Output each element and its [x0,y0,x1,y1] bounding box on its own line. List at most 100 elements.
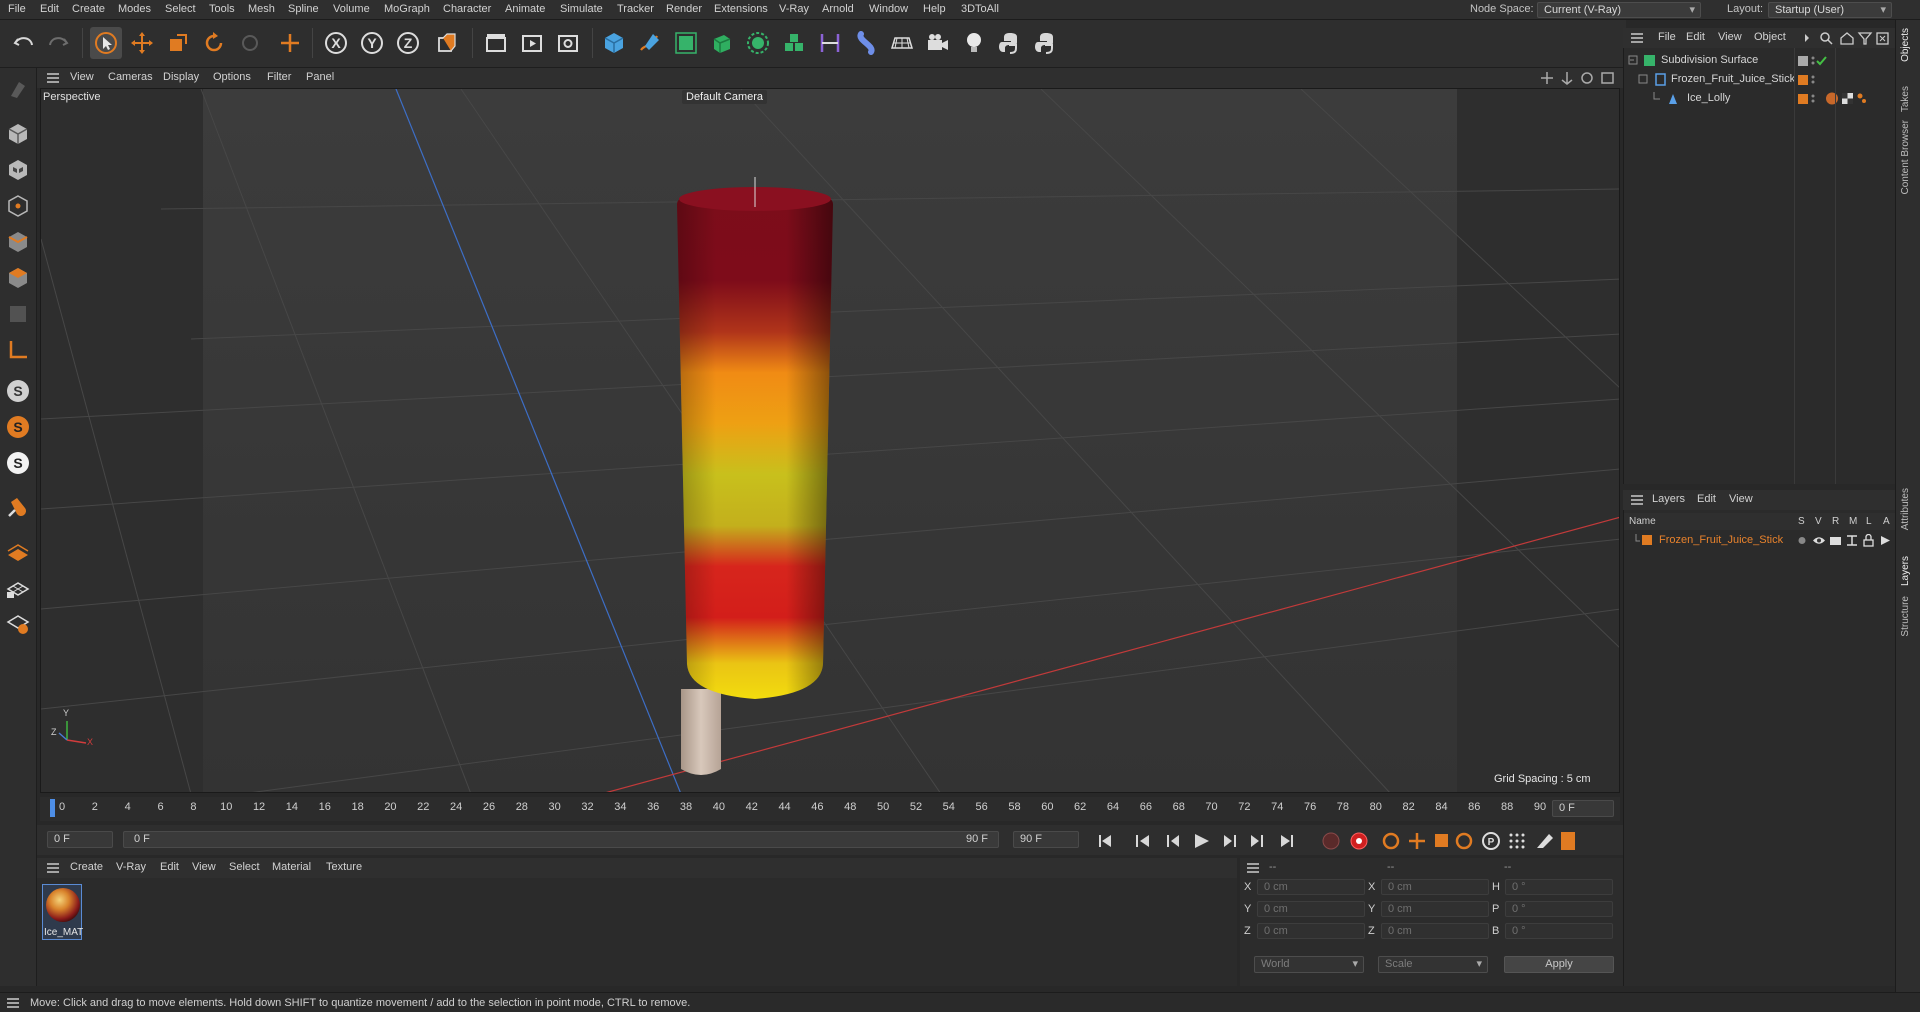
menu-render[interactable]: Render [666,3,702,15]
layout-dropdown[interactable]: Startup (User) [1768,2,1892,18]
menu-volume[interactable]: Volume [333,3,370,15]
render-picture-viewer-button[interactable] [516,27,548,59]
subdivision-button[interactable] [670,27,702,59]
objects-toolbar-icons[interactable] [1803,31,1891,45]
create-object-button[interactable] [274,27,306,59]
coordinate-space-dropdown[interactable]: World [1254,956,1364,973]
layer-toggles-icons[interactable] [1796,534,1896,547]
snap-mode-button[interactable]: S [3,448,33,478]
texture-mode-button[interactable] [3,155,33,185]
objects-menu-file[interactable]: File [1658,31,1676,43]
menu-mograph[interactable]: MoGraph [384,3,430,15]
end-frame-field[interactable]: 90 F [1013,831,1079,848]
rotate-tool-button[interactable] [198,27,230,59]
layers-menu-edit[interactable]: Edit [1697,493,1716,505]
axis-mode-button[interactable] [3,335,33,365]
hamburger-icon[interactable] [6,997,20,1009]
pos-z-field[interactable]: 0 cm [1257,923,1365,939]
hamburger-icon[interactable] [1630,494,1644,506]
python-button[interactable] [994,27,1026,59]
current-frame-field[interactable]: 0 F [1552,800,1614,817]
menu-window[interactable]: Window [869,3,908,15]
pos-x-field[interactable]: 0 cm [1257,879,1365,895]
move-tool-button[interactable] [126,27,158,59]
rot-p-field[interactable]: 0 ° [1505,901,1613,917]
deformer-button[interactable] [814,27,846,59]
y-axis-lock-button[interactable]: Y [356,27,388,59]
frame-range-slider[interactable]: 0 F 90 F [123,831,999,848]
material-menu-edit[interactable]: Edit [160,861,179,873]
camera-label[interactable]: Default Camera [682,90,768,104]
extrude-button[interactable] [706,27,738,59]
material-swatch[interactable]: Ice_MAT [42,884,83,940]
hamburger-icon[interactable] [1246,862,1260,874]
tab-content-browser[interactable]: Content Browser [1900,120,1911,194]
menu-edit[interactable]: Edit [40,3,59,15]
cloner-button[interactable] [742,27,774,59]
layer-row[interactable]: Frozen_Fruit_Juice_Stick [1624,532,1896,549]
viewport-menu-options[interactable]: Options [213,71,251,83]
point-mode-button[interactable] [3,191,33,221]
tab-objects[interactable]: Objects [1900,28,1911,62]
objects-menu-view[interactable]: View [1718,31,1742,43]
menu-arnold[interactable]: Arnold [822,3,854,15]
field-button[interactable] [850,27,882,59]
menu-tracker[interactable]: Tracker [617,3,654,15]
apply-button[interactable]: Apply [1504,956,1614,973]
object-row[interactable]: Frozen_Fruit_Juice_Stick [1624,70,1896,89]
viewport-nav-icons[interactable] [1540,71,1616,85]
cube-button[interactable] [598,27,630,59]
last-tool-button[interactable] [234,27,266,59]
scale-tool-button[interactable] [162,27,194,59]
viewport-menu-view[interactable]: View [70,71,94,83]
floor-button[interactable] [886,27,918,59]
menu-create[interactable]: Create [72,3,105,15]
hamburger-icon[interactable] [46,862,60,874]
magnet-button[interactable] [3,492,33,522]
pos-y-field[interactable]: 0 cm [1257,901,1365,917]
layer-color-icon[interactable] [1796,73,1836,86]
workplane-button[interactable] [3,536,33,566]
object-tags-icons[interactable] [1796,92,1896,105]
coordinate-mode-dropdown[interactable]: Scale [1378,956,1488,973]
playhead[interactable] [50,799,55,817]
menu-3dtoall[interactable]: 3DToAll [961,3,999,15]
objects-menu-object[interactable]: Object [1754,31,1786,43]
model-mode-button[interactable] [3,74,33,104]
viewport-menu-panel[interactable]: Panel [306,71,334,83]
pen-spline-button[interactable] [634,27,666,59]
grid-lock-button[interactable] [3,572,33,602]
object-mode-button[interactable] [3,119,33,149]
start-frame-field[interactable]: 0 F [47,831,113,848]
edge-mode-button[interactable] [3,227,33,257]
menu-file[interactable]: File [8,3,26,15]
layers-menu-view[interactable]: View [1729,493,1753,505]
render-view-button[interactable] [480,27,512,59]
coordinate-system-button[interactable] [430,27,462,59]
perspective-viewport[interactable]: Perspective Default Camera Grid Spacing … [40,88,1620,793]
z-axis-lock-button[interactable]: Z [392,27,424,59]
uv-mode-button[interactable] [3,299,33,329]
menu-character[interactable]: Character [443,3,491,15]
menu-mesh[interactable]: Mesh [248,3,275,15]
viewport-menu-display[interactable]: Display [163,71,199,83]
polygon-mode-button[interactable] [3,263,33,293]
viewport-menu-cameras[interactable]: Cameras [108,71,153,83]
visibility-check-icon[interactable] [1796,54,1836,67]
select-tool-button[interactable] [90,27,122,59]
object-row[interactable]: Subdivision Surface [1624,51,1896,70]
camera-button[interactable] [922,27,954,59]
tab-layers[interactable]: Layers [1900,556,1911,586]
rot-h-field[interactable]: 0 ° [1505,879,1613,895]
objects-menu-edit[interactable]: Edit [1686,31,1705,43]
material-menu-vray[interactable]: V-Ray [116,861,146,873]
menu-select[interactable]: Select [165,3,196,15]
hamburger-icon[interactable] [1630,32,1644,44]
menu-extensions[interactable]: Extensions [714,3,768,15]
grid-snap-button[interactable] [3,608,33,638]
menu-simulate[interactable]: Simulate [560,3,603,15]
timeline-ruler[interactable]: 0 2 4 6 8 10 12 14 16 18 20 22 24 26 28 30 32 34 36 38 40 42 4… [40,797,1620,821]
node-space-dropdown[interactable]: Current (V-Ray) [1537,2,1701,18]
material-menu-view[interactable]: View [192,861,216,873]
tab-structure[interactable]: Structure [1900,596,1911,637]
